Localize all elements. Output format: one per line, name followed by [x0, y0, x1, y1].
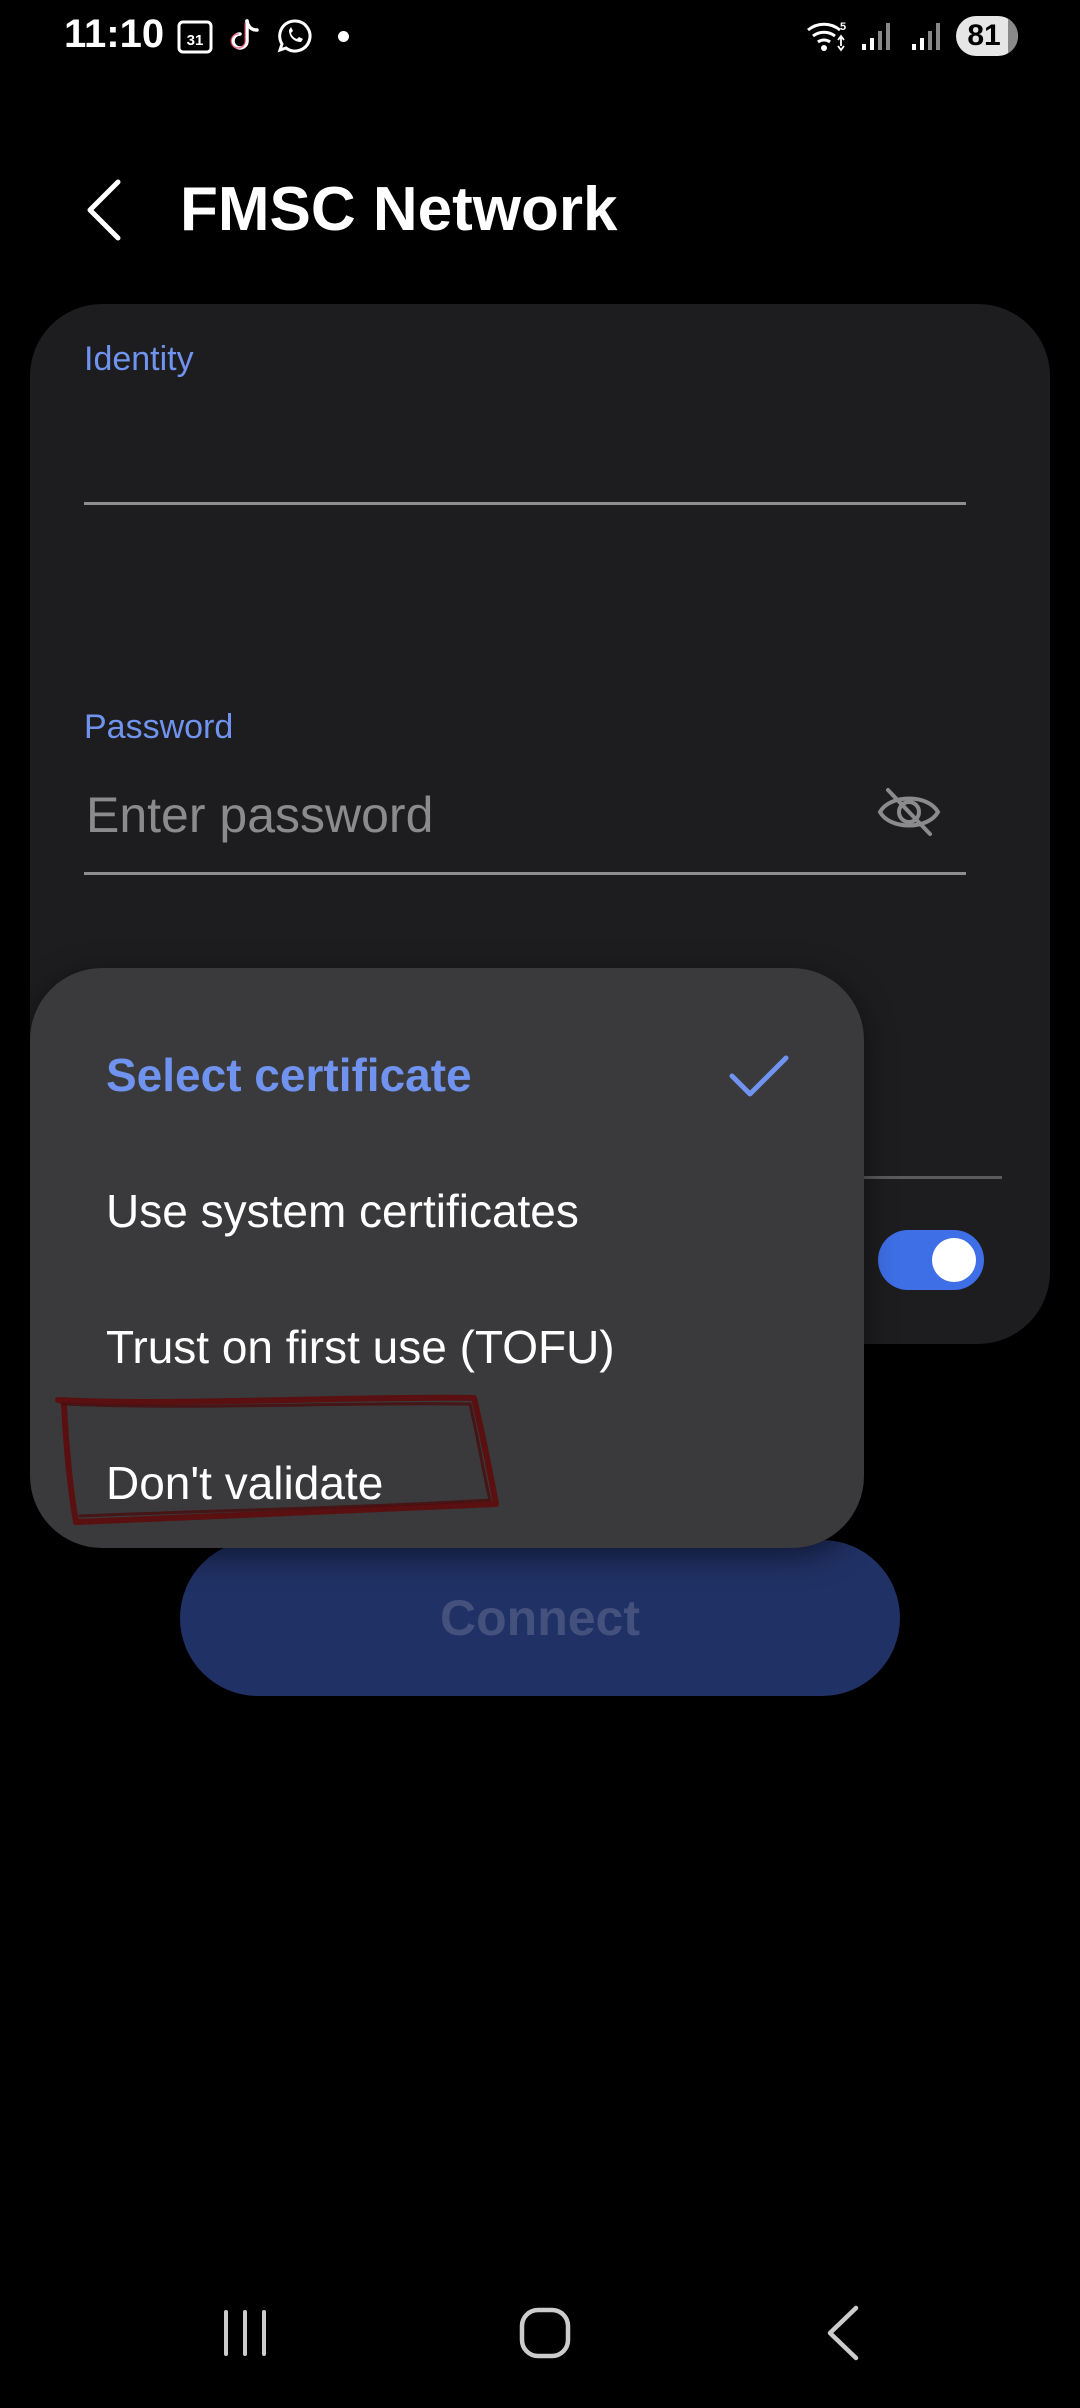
nav-back-icon	[827, 2305, 859, 2361]
checkmark-icon	[728, 1054, 790, 1098]
toggle-knob	[932, 1238, 976, 1282]
recents-icon	[224, 2310, 266, 2356]
tiktok-icon	[226, 17, 264, 55]
status-bar: 11:10 31 5 81	[0, 0, 1080, 72]
setting-toggle[interactable]	[878, 1230, 984, 1290]
eye-off-icon	[877, 788, 941, 836]
page-title: FMSC Network	[180, 175, 618, 244]
status-time: 11:10	[64, 12, 165, 56]
whatsapp-icon	[276, 17, 314, 55]
certificate-dropdown-menu: Select certificate Use system certificat…	[30, 968, 864, 1548]
back-arrow-icon	[87, 179, 121, 241]
menu-item-select-certificate[interactable]: Select certificate	[30, 1010, 864, 1140]
navigation-bar	[0, 2288, 1080, 2378]
recents-button[interactable]	[210, 2298, 280, 2368]
battery-indicator: 81	[956, 16, 1018, 56]
menu-item-dont-validate[interactable]: Don't validate	[30, 1418, 864, 1548]
menu-item-trust-on-first-use[interactable]: Trust on first use (TOFU)	[30, 1282, 864, 1412]
show-password-button[interactable]	[876, 784, 942, 840]
password-label: Password	[84, 708, 234, 746]
notification-icons: 31	[176, 16, 349, 56]
signal-icon-2	[906, 18, 946, 54]
menu-item-label: Use system certificates	[106, 1185, 579, 1237]
menu-item-label: Don't validate	[106, 1457, 384, 1509]
password-underline	[84, 872, 966, 875]
home-button[interactable]	[510, 2298, 580, 2368]
connect-button[interactable]: Connect	[180, 1540, 900, 1696]
signal-icon-1	[856, 18, 896, 54]
menu-item-label: Select certificate	[106, 1049, 472, 1101]
battery-level: 81	[967, 19, 1001, 52]
menu-item-use-system-certificates[interactable]: Use system certificates	[30, 1146, 864, 1276]
calendar-icon: 31	[176, 17, 214, 55]
wifi-icon: 5	[806, 18, 846, 54]
identity-label: Identity	[84, 340, 194, 378]
menu-item-label: Trust on first use (TOFU)	[106, 1321, 615, 1373]
wifi-badge: 5	[840, 21, 846, 33]
system-icons: 5 81	[806, 14, 1018, 58]
calendar-badge: 31	[187, 32, 204, 49]
back-button[interactable]	[78, 178, 132, 242]
nav-back-button[interactable]	[810, 2298, 880, 2368]
password-input[interactable]	[84, 774, 868, 856]
more-notifications-dot	[338, 30, 349, 42]
home-icon	[519, 2307, 571, 2359]
identity-input[interactable]	[84, 384, 970, 506]
page-header: FMSC Network	[0, 160, 1080, 260]
identity-underline	[84, 502, 966, 505]
